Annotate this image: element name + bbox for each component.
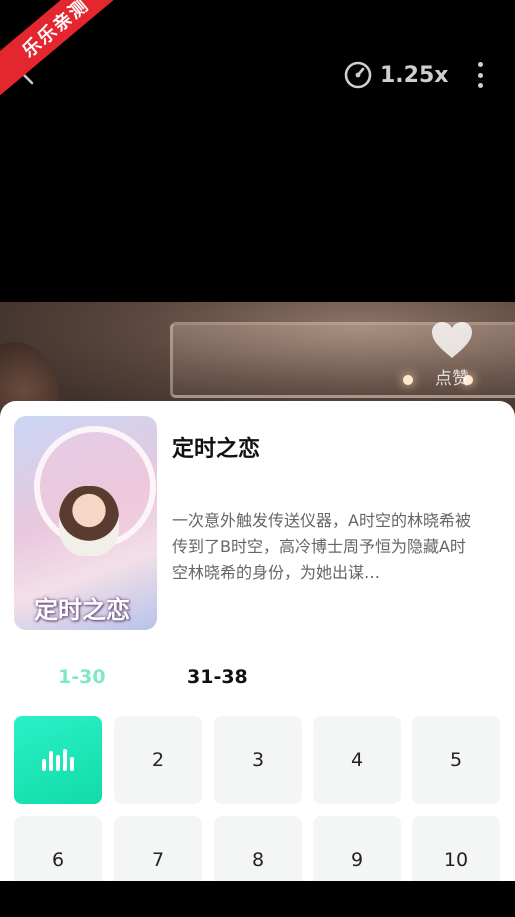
episode-range-tabs: 1-30 31-38 xyxy=(0,666,515,696)
like-label: 点赞 xyxy=(435,369,469,389)
poster-title: 定时之恋 xyxy=(34,595,130,624)
equalizer-icon xyxy=(42,749,74,771)
show-description: 一次意外触发传送仪器，A时空的林晓希被传到了B时空，高冷博士周予恒为隐藏A时空林… xyxy=(172,511,471,582)
episode-3-button[interactable]: 3 xyxy=(214,716,302,804)
show-poster: 定时之恋 xyxy=(14,416,157,630)
episode-1-button[interactable] xyxy=(14,716,102,804)
episode-8-button[interactable]: 8 xyxy=(214,816,302,881)
episode-sheet: 定时之恋 定时之恋 一次意外触发传送仪器，A时空的林晓希被传到了B时空，高冷博士… xyxy=(0,401,515,881)
like-button[interactable]: 点赞 xyxy=(424,320,480,389)
speed-gauge-icon xyxy=(344,61,372,89)
playback-speed-label: 1.25x xyxy=(380,62,449,88)
episode-7-button[interactable]: 7 xyxy=(114,816,202,881)
episode-10-button[interactable]: 10 xyxy=(412,816,500,881)
video-player[interactable] xyxy=(0,0,515,302)
heart-icon xyxy=(432,322,472,358)
more-options-button[interactable] xyxy=(470,62,490,88)
tab-episodes-1-30[interactable]: 1-30 xyxy=(58,666,106,688)
episode-9-button[interactable]: 9 xyxy=(313,816,401,881)
episode-5-button[interactable]: 5 xyxy=(412,716,500,804)
episode-2-button[interactable]: 2 xyxy=(114,716,202,804)
episode-4-button[interactable]: 4 xyxy=(313,716,401,804)
more-vertical-icon xyxy=(477,62,483,67)
show-title: 定时之恋 xyxy=(172,437,261,462)
episode-6-button[interactable]: 6 xyxy=(14,816,102,881)
poster-figure xyxy=(59,486,119,556)
tab-episodes-31-38[interactable]: 31-38 xyxy=(187,666,248,688)
playback-speed-button[interactable]: 1.25x xyxy=(344,60,448,90)
